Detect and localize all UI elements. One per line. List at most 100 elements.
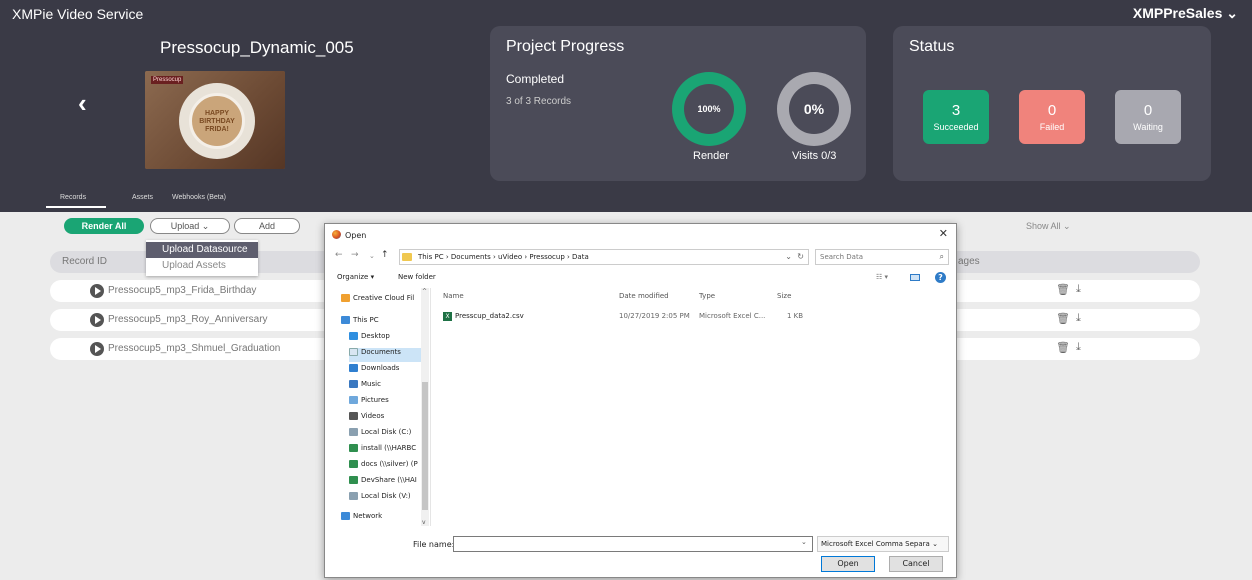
chevron-down-icon[interactable]: ⌄ (801, 538, 807, 546)
nav-item-downloads[interactable]: Downloads (349, 364, 425, 378)
show-all-filter[interactable]: Show All ⌄ (1026, 221, 1071, 232)
download-icon[interactable]: ⤓ (1076, 312, 1081, 325)
drive-icon (349, 428, 358, 436)
nav-item-videos[interactable]: Videos (349, 412, 425, 426)
folder-icon (341, 294, 350, 302)
music-icon (349, 380, 358, 388)
view-options-icon[interactable]: ☷ ▾ (876, 273, 888, 281)
chevron-down-icon[interactable]: ⌄ (785, 252, 792, 261)
preview-pane-icon[interactable] (910, 274, 920, 281)
download-icon[interactable]: ⤓ (1076, 341, 1081, 354)
scroll-down-icon[interactable]: v (422, 519, 426, 526)
refresh-icon[interactable]: ↻ (797, 252, 804, 261)
nav-item-this-pc[interactable]: This PC (341, 316, 425, 330)
tab-assets[interactable]: Assets (132, 194, 153, 201)
file-list-item[interactable]: X Presscup_data2.csv 10/27/2019 2:05 PM … (433, 310, 833, 324)
nav-item-pictures[interactable]: Pictures (349, 396, 425, 410)
recent-locations-icon[interactable]: ⌄ (369, 252, 375, 260)
organize-menu[interactable]: Organize ▾ (337, 273, 374, 281)
search-icon[interactable]: ⌕ (940, 252, 944, 262)
new-folder-button[interactable]: New folder (398, 273, 436, 281)
file-name-input[interactable] (453, 536, 813, 552)
open-button[interactable]: Open (821, 556, 875, 572)
nav-item-network[interactable]: Network (341, 512, 425, 526)
thumbnail-cup: HAPPY BIRTHDAY FRIDA! (189, 93, 245, 149)
col-messages: ages (958, 256, 980, 267)
address-row: ← → ⌄ ↑ This PC › Documents › uVideo › P… (325, 248, 958, 266)
nav-item-local-disk-c[interactable]: Local Disk (C:) (349, 428, 425, 442)
download-icon[interactable]: ⤓ (1076, 283, 1081, 296)
nav-label: This PC (353, 316, 379, 324)
failed-badge[interactable]: 0 Failed (1019, 90, 1085, 144)
record-name: Pressocup5_mp3_Frida_Birthday (108, 285, 257, 296)
record-name: Pressocup5_mp3_Shmuel_Graduation (108, 343, 281, 354)
nav-item-devshare[interactable]: DevShare (\\HAI (349, 476, 425, 490)
file-list-header: Name Date modified Type Size (433, 290, 953, 304)
nav-item-music[interactable]: Music (349, 380, 425, 394)
upload-button[interactable]: Upload ⌄ (150, 218, 230, 234)
waiting-count: 0 (1143, 102, 1153, 119)
close-icon[interactable]: ✕ (939, 227, 948, 240)
nav-item-creative-cloud[interactable]: Creative Cloud Fil (341, 294, 425, 308)
col-size[interactable]: Size (777, 292, 791, 300)
menu-item-upload-datasource[interactable]: Upload Datasource (146, 242, 258, 258)
trash-icon[interactable]: 🗑 (1056, 312, 1070, 325)
succeeded-count: 3 (951, 102, 961, 119)
play-icon[interactable] (90, 342, 104, 356)
nav-item-docs[interactable]: docs (\\silver) (P (349, 460, 425, 474)
failed-count: 0 (1047, 102, 1057, 119)
trash-icon[interactable]: 🗑 (1056, 341, 1070, 354)
back-icon[interactable]: ← (335, 250, 343, 260)
navigation-scrollbar[interactable]: ^ v (421, 288, 429, 526)
file-name-label: File name: (413, 540, 455, 549)
visits-value: 0% (789, 84, 839, 134)
file-name: Presscup_data2.csv (455, 312, 524, 320)
nav-item-desktop[interactable]: Desktop (349, 332, 425, 346)
network-drive-icon (349, 444, 358, 452)
play-icon[interactable] (90, 313, 104, 327)
nav-label: Network (353, 512, 383, 520)
scroll-up-icon[interactable]: ^ (422, 288, 427, 295)
col-record-id: Record ID (62, 256, 108, 267)
back-arrow-icon[interactable]: ‹ (78, 88, 87, 119)
address-bar[interactable]: This PC › Documents › uVideo › Pressocup… (399, 249, 809, 265)
tab-webhooks[interactable]: Webhooks (Beta) (172, 194, 226, 201)
command-bar: Organize ▾ New folder ☷ ▾ ? (325, 270, 958, 286)
up-folder-icon[interactable]: ↑ (381, 250, 389, 260)
nav-label: Downloads (361, 364, 400, 372)
trash-icon[interactable]: 🗑 (1056, 283, 1070, 296)
dialog-search: ⌕ (815, 249, 949, 265)
network-drive-icon (349, 460, 358, 468)
navigation-pane: Creative Cloud Fil This PC Desktop Docum… (335, 288, 431, 526)
tab-records[interactable]: Records (60, 194, 86, 201)
file-date: 10/27/2019 2:05 PM (619, 312, 690, 320)
add-button[interactable]: Add (234, 218, 300, 234)
col-date-modified[interactable]: Date modified (619, 292, 669, 300)
excel-file-icon: X (443, 312, 452, 321)
project-thumbnail: HAPPY BIRTHDAY FRIDA! Pressocup (145, 71, 285, 169)
help-icon[interactable]: ? (935, 272, 946, 283)
nav-item-local-disk-v[interactable]: Local Disk (V:) (349, 492, 425, 506)
top-bar: XMPie Video Service XMPPreSales ⌄ (0, 0, 1252, 26)
col-type[interactable]: Type (699, 292, 715, 300)
waiting-badge[interactable]: 0 Waiting (1115, 90, 1181, 144)
user-name: XMPPreSales (1132, 5, 1223, 21)
videos-icon (349, 412, 358, 420)
nav-item-install[interactable]: install (\\HARBC (349, 444, 425, 458)
menu-item-upload-assets[interactable]: Upload Assets (146, 258, 258, 274)
progress-records: 3 of 3 Records (506, 96, 572, 107)
cancel-button[interactable]: Cancel (889, 556, 943, 572)
nav-item-documents[interactable]: Documents (349, 348, 425, 362)
waiting-label: Waiting (1133, 122, 1163, 132)
scrollbar-thumb[interactable] (422, 382, 428, 510)
col-name[interactable]: Name (443, 292, 464, 300)
search-input[interactable] (816, 250, 934, 264)
render-all-button[interactable]: Render All (64, 218, 144, 234)
forward-icon[interactable]: → (351, 250, 359, 260)
succeeded-badge[interactable]: 3 Succeeded (923, 90, 989, 144)
file-type-select[interactable]: Microsoft Excel Comma Separa ⌄ (817, 536, 949, 552)
nav-label: Documents (361, 348, 401, 356)
browser-icon (332, 230, 341, 239)
user-menu[interactable]: XMPPreSales ⌄ (1133, 5, 1238, 22)
play-icon[interactable] (90, 284, 104, 298)
